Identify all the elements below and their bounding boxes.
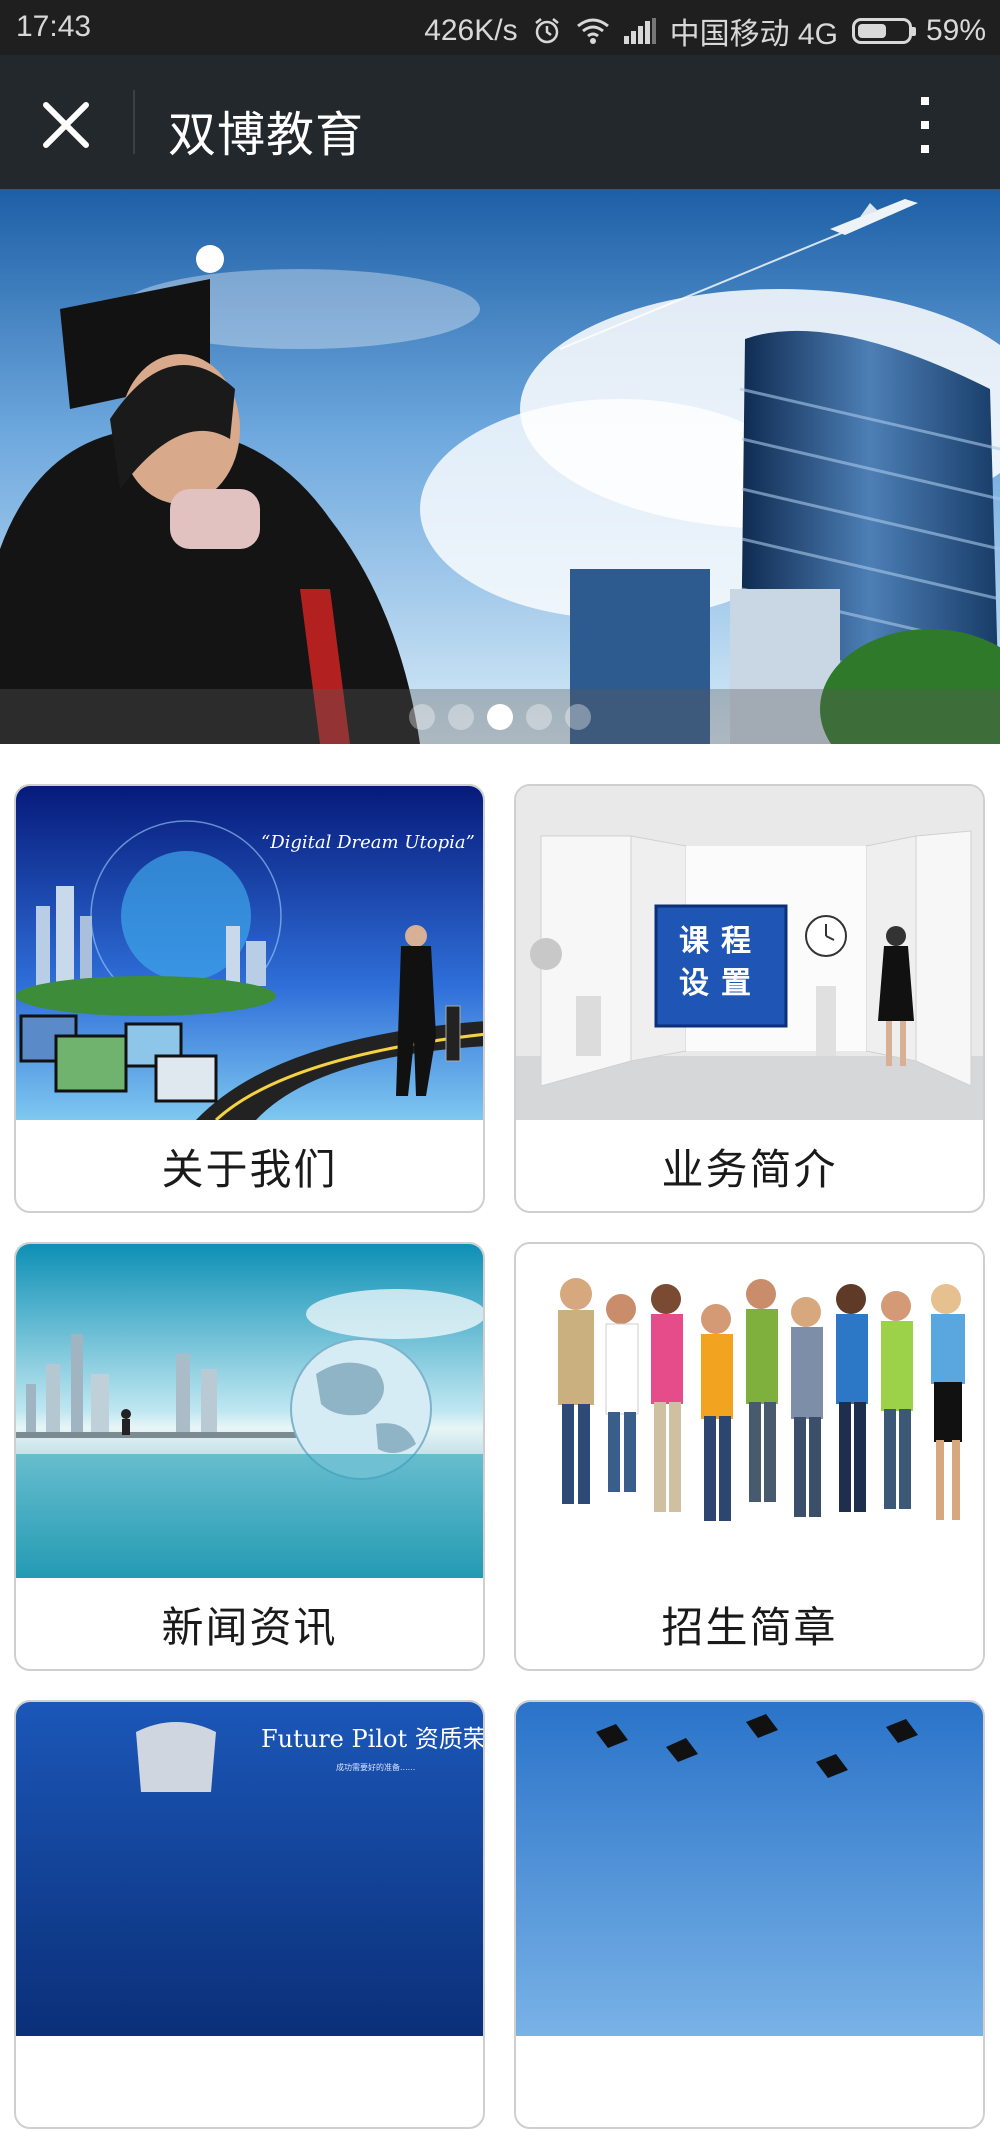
card-graduation-image xyxy=(516,1702,983,2036)
card-news[interactable]: 新闻资讯 xyxy=(14,1242,485,1671)
status-right: 426K/s 中国移动 4G 59% xyxy=(424,9,986,53)
card-admissions[interactable]: 招生简章 xyxy=(514,1242,985,1671)
card-qualifications[interactable]: Future Pilot 资质荣誉 成功需要好的准备...... xyxy=(14,1700,485,2129)
wifi-icon xyxy=(576,17,610,45)
card-admissions-label: 招生简章 xyxy=(661,1603,838,1652)
card-business-intro[interactable]: 课程 设置 业务简介 xyxy=(514,784,985,1213)
close-button[interactable] xyxy=(36,95,96,155)
battery-percent: 59% xyxy=(925,14,986,47)
app-bar-divider xyxy=(133,90,135,154)
carousel-dot-5[interactable] xyxy=(565,703,591,730)
svg-text:成功需要好的准备......: 成功需要好的准备...... xyxy=(336,1762,415,1772)
carousel-dot-3[interactable] xyxy=(487,703,513,730)
svg-text:设置: 设置 xyxy=(679,966,763,1001)
more-vertical-icon xyxy=(921,97,929,153)
card-about-us-image: “Digital Dream Utopia” xyxy=(16,786,483,1120)
carousel-indicators xyxy=(0,689,1000,744)
card-admissions-image xyxy=(516,1244,983,1578)
banner-image xyxy=(0,189,1000,744)
card-business-intro-label: 业务简介 xyxy=(661,1145,838,1194)
status-bar: 17:43 426K/s 中国移动 4G 59% xyxy=(0,0,1000,55)
close-icon xyxy=(43,102,89,148)
network-speed: 426K/s xyxy=(424,14,518,47)
battery-icon xyxy=(851,18,916,44)
card-business-intro-image: 课程 设置 xyxy=(516,786,983,1120)
status-time: 17:43 xyxy=(16,10,92,43)
banner-carousel[interactable] xyxy=(0,189,1000,744)
carousel-dot-4[interactable] xyxy=(526,703,552,730)
card-about-us[interactable]: “Digital Dream Utopia” 关于我们 xyxy=(14,784,485,1213)
card-qualifications-label xyxy=(16,2036,483,2127)
signal-icon xyxy=(623,18,656,44)
card-qualifications-image: Future Pilot 资质荣誉 成功需要好的准备...... xyxy=(16,1702,483,2036)
svg-text:Future Pilot 资质荣誉: Future Pilot 资质荣誉 xyxy=(261,1725,483,1753)
card-graduation-label xyxy=(516,2036,983,2127)
more-menu-button[interactable] xyxy=(905,93,945,157)
card-graduation[interactable] xyxy=(514,1700,985,2129)
card-news-label: 新闻资讯 xyxy=(161,1603,338,1652)
carrier-label: 中国移动 4G xyxy=(669,18,838,51)
card-about-us-label: 关于我们 xyxy=(161,1145,338,1194)
svg-text:课程: 课程 xyxy=(679,924,763,959)
card-news-image xyxy=(16,1244,483,1578)
alarm-icon xyxy=(532,16,562,46)
app-bar: 双博教育 xyxy=(0,55,1000,189)
svg-text:“Digital Dream Utopia”: “Digital Dream Utopia” xyxy=(261,832,475,853)
carousel-dot-1[interactable] xyxy=(409,703,435,730)
carousel-dot-2[interactable] xyxy=(448,703,474,730)
page-title: 双博教育 xyxy=(168,107,365,163)
battery-fill xyxy=(857,24,886,38)
